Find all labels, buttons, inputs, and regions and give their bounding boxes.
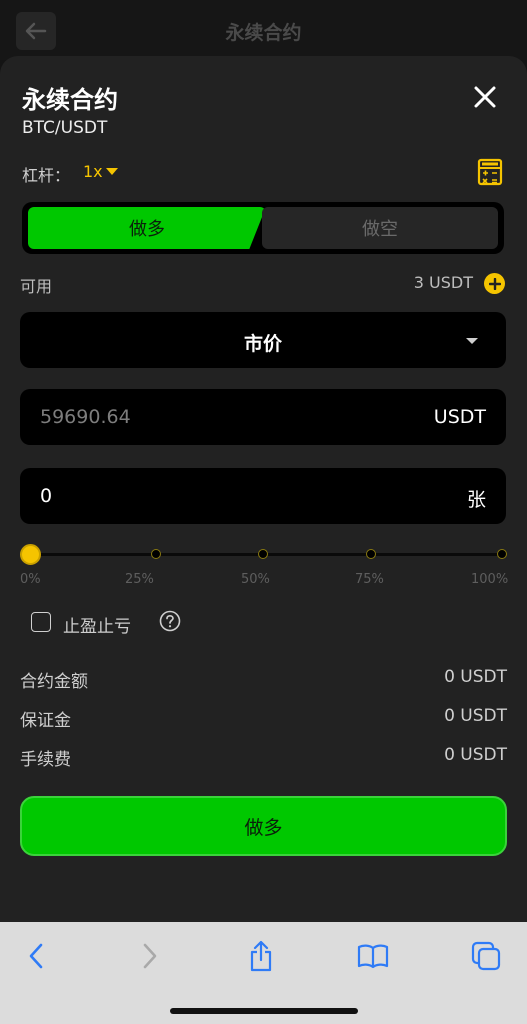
background-title: 永续合约 (225, 22, 302, 44)
quantity-input[interactable]: 0 张 (20, 468, 506, 524)
price-input[interactable]: 59690.64 USDT (20, 389, 506, 445)
price-value: 59690.64 (40, 406, 131, 428)
safari-forward-icon (143, 943, 157, 969)
tab-short[interactable]: 做空 (262, 207, 498, 249)
info-value: 0 USDT (444, 706, 507, 726)
help-icon (159, 610, 181, 632)
slider-mark-25[interactable] (151, 549, 161, 559)
available-value: 3 USDT (413, 273, 473, 292)
slider-label-50: 50% (241, 572, 270, 587)
info-label: 保证金 (20, 711, 71, 731)
slider-mark-50[interactable] (258, 549, 268, 559)
chevron-down-icon (466, 338, 478, 344)
info-label: 手续费 (20, 750, 71, 770)
close-button[interactable] (468, 80, 502, 114)
quantity-value: 0 (40, 485, 53, 507)
tab-long[interactable]: 做多 (28, 207, 266, 249)
price-unit: USDT (433, 406, 486, 428)
slider-label-100: 100% (471, 572, 509, 587)
info-value: 0 USDT (444, 745, 507, 765)
info-row-fee: 手续费 0 USDT (20, 745, 507, 770)
trading-pair: BTC/USDT (22, 118, 108, 138)
order-type-value: 市价 (243, 333, 282, 355)
direction-toggle: 做多 做空 (22, 202, 504, 254)
calculator-icon (477, 158, 503, 186)
calculator-button[interactable] (477, 158, 503, 186)
sheet-title: 永续合约 (22, 86, 118, 114)
tabs-icon (471, 941, 501, 971)
slider-mark-75[interactable] (366, 549, 376, 559)
slider-label-25: 25% (125, 572, 154, 587)
leverage-label: 杠杆： (22, 166, 71, 185)
info-row-contract-amount: 合约金额 0 USDT (20, 667, 507, 692)
browser-forward-button[interactable] (130, 936, 170, 976)
close-icon (474, 86, 496, 108)
browser-back-button[interactable] (16, 936, 56, 976)
browser-toolbar (0, 922, 527, 1024)
tabs-button[interactable] (466, 936, 506, 976)
share-button[interactable] (241, 936, 281, 976)
slider-label-75: 75% (355, 572, 384, 587)
tp-sl-checkbox[interactable] (31, 612, 51, 632)
info-row-margin: 保证金 0 USDT (20, 706, 507, 731)
order-type-select[interactable]: 市价 (20, 312, 506, 368)
plus-icon (488, 277, 501, 290)
slider-mark-100[interactable] (497, 549, 507, 559)
quantity-unit: 张 (466, 489, 486, 511)
order-sheet: 永续合约 BTC/USDT 杠杆： 1x 做多 做空 可用 3 USDT 市价 (0, 56, 527, 922)
available-label: 可用 (20, 277, 53, 296)
tp-sl-help-button[interactable] (159, 610, 181, 632)
submit-long-button[interactable]: 做多 (20, 796, 507, 856)
tp-sl-label: 止盈止亏 (63, 617, 131, 637)
info-value: 0 USDT (444, 667, 507, 687)
safari-back-icon (29, 943, 43, 969)
amount-slider[interactable]: 0% 25% 50% 75% 100% (20, 544, 509, 587)
background-header: 永续合约 (0, 0, 527, 60)
slider-label-0: 0% (20, 572, 41, 587)
share-icon (250, 940, 272, 972)
home-indicator (170, 1008, 358, 1014)
leverage-selector[interactable]: 1x (83, 162, 118, 181)
bookmarks-icon (357, 944, 389, 969)
bookmarks-button[interactable] (353, 936, 393, 976)
leverage-value: 1x (83, 162, 103, 181)
deposit-button[interactable] (484, 273, 505, 294)
info-label: 合约金额 (20, 672, 88, 692)
caret-down-icon (105, 167, 118, 175)
slider-handle[interactable] (20, 544, 41, 565)
